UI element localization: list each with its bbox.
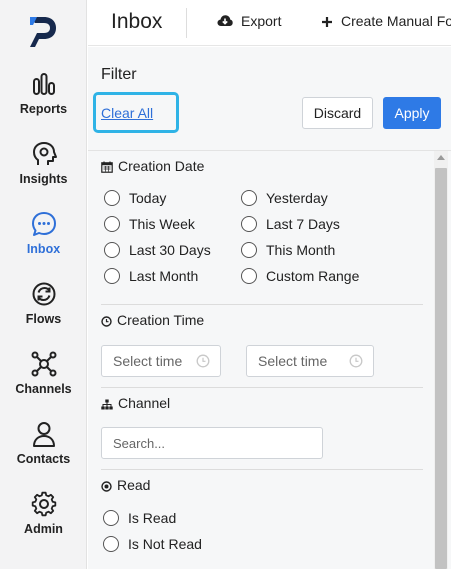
radio-last-7-days[interactable]: Last 7 Days (241, 216, 340, 232)
cloud-download-icon (217, 15, 233, 26)
radio-label: Last 30 Days (129, 242, 211, 258)
radio-circle (104, 242, 120, 258)
radio-label: This Week (129, 216, 195, 232)
person-icon (32, 422, 55, 447)
calendar-icon (101, 161, 113, 173)
radio-circle (241, 268, 257, 284)
filter-panel: Filter Clear All Discard Apply Creation … (88, 47, 451, 569)
toolbar-divider (186, 8, 187, 38)
section-divider (101, 304, 423, 305)
sidebar-item-label: Contacts (16, 452, 71, 466)
radio-circle (104, 190, 120, 206)
radio-circle (241, 242, 257, 258)
panel-divider (88, 150, 451, 151)
app-logo[interactable] (27, 14, 59, 50)
sidebar-item-channels[interactable]: Channels (0, 350, 87, 410)
sitemap-icon (101, 399, 113, 410)
sidebar-item-inbox[interactable]: Inbox (0, 210, 87, 270)
clear-all-link[interactable]: Clear All (101, 105, 153, 121)
sidebar-item-contacts[interactable]: Contacts (0, 420, 87, 480)
read-label: Read (117, 477, 151, 493)
creation-date-heading: Creation Date (101, 158, 204, 174)
scrollbar[interactable] (434, 151, 448, 569)
channel-search-input[interactable] (101, 427, 323, 459)
radio-custom-range[interactable]: Custom Range (241, 268, 359, 284)
channel-heading: Channel (101, 395, 170, 411)
discard-button[interactable]: Discard (302, 97, 373, 129)
filter-title: Filter (101, 66, 137, 83)
export-button[interactable]: Export (217, 13, 281, 29)
radio-circle (241, 190, 257, 206)
section-divider (101, 469, 423, 470)
export-label: Export (241, 13, 282, 29)
radio-is-read[interactable]: Is Read (103, 510, 176, 526)
sidebar-item-label: Insights (19, 172, 68, 186)
bar-chart-icon (32, 73, 55, 95)
head-gear-icon (32, 142, 57, 165)
scroll-up-arrow[interactable] (437, 155, 445, 160)
time-from-placeholder: Select time (113, 353, 183, 369)
chat-bubble-icon (31, 212, 56, 236)
radio-this-week[interactable]: This Week (104, 216, 195, 232)
sidebar-item-insights[interactable]: Insights (0, 140, 87, 200)
radio-circle (241, 216, 257, 232)
sidebar-item-label: Channels (15, 382, 72, 396)
sidebar-item-flows[interactable]: Flows (0, 280, 87, 340)
radio-this-month[interactable]: This Month (241, 242, 335, 258)
create-manual-button[interactable]: Create Manual Fo (321, 13, 451, 29)
radio-label: Custom Range (266, 268, 360, 284)
sidebar-item-label: Inbox (26, 242, 61, 256)
radio-label: Yesterday (266, 190, 328, 206)
radio-label: Last 7 Days (266, 216, 340, 232)
gear-icon (31, 491, 56, 517)
section-divider (101, 387, 423, 388)
radio-is-not-read[interactable]: Is Not Read (103, 536, 202, 552)
network-nodes-icon (31, 351, 56, 377)
time-to-input[interactable]: Select time (246, 345, 374, 377)
radio-circle (103, 510, 119, 526)
sidebar: Reports Insights Inbox Flows Channels Co… (0, 0, 87, 569)
radio-today[interactable]: Today (104, 190, 166, 206)
scrollbar-thumb[interactable] (435, 168, 447, 569)
cycle-arrows-icon (32, 282, 55, 306)
dot-circle-icon (101, 481, 112, 492)
radio-last-30-days[interactable]: Last 30 Days (104, 242, 211, 258)
radio-label: Is Read (128, 510, 177, 526)
creation-date-label: Creation Date (118, 158, 205, 174)
creation-time-heading: Creation Time (101, 312, 204, 328)
radio-circle (104, 216, 120, 232)
sidebar-item-admin[interactable]: Admin (0, 490, 87, 550)
top-bar: Inbox Export Create Manual Fo (88, 0, 451, 46)
sidebar-item-label: Reports (19, 102, 68, 116)
clock-icon (349, 354, 363, 368)
radio-circle (103, 536, 119, 552)
radio-last-month[interactable]: Last Month (104, 268, 198, 284)
radio-label: This Month (266, 242, 336, 258)
sidebar-item-label: Admin (24, 522, 63, 536)
plus-icon (322, 17, 332, 27)
creation-time-label: Creation Time (117, 312, 205, 328)
create-manual-label: Create Manual Fo (341, 13, 451, 29)
radio-circle (104, 268, 120, 284)
time-to-placeholder: Select time (258, 353, 328, 369)
channel-label: Channel (118, 395, 171, 411)
sidebar-item-reports[interactable]: Reports (0, 70, 87, 130)
clock-icon (196, 354, 210, 368)
sidebar-item-label: Flows (25, 312, 62, 326)
radio-label: Today (129, 190, 167, 206)
read-heading: Read (101, 477, 150, 493)
radio-label: Last Month (129, 268, 199, 284)
page-title: Inbox (111, 10, 163, 33)
radio-yesterday[interactable]: Yesterday (241, 190, 328, 206)
time-from-input[interactable]: Select time (101, 345, 221, 377)
clock-icon (101, 316, 112, 327)
apply-button[interactable]: Apply (383, 97, 441, 129)
radio-label: Is Not Read (128, 536, 202, 552)
